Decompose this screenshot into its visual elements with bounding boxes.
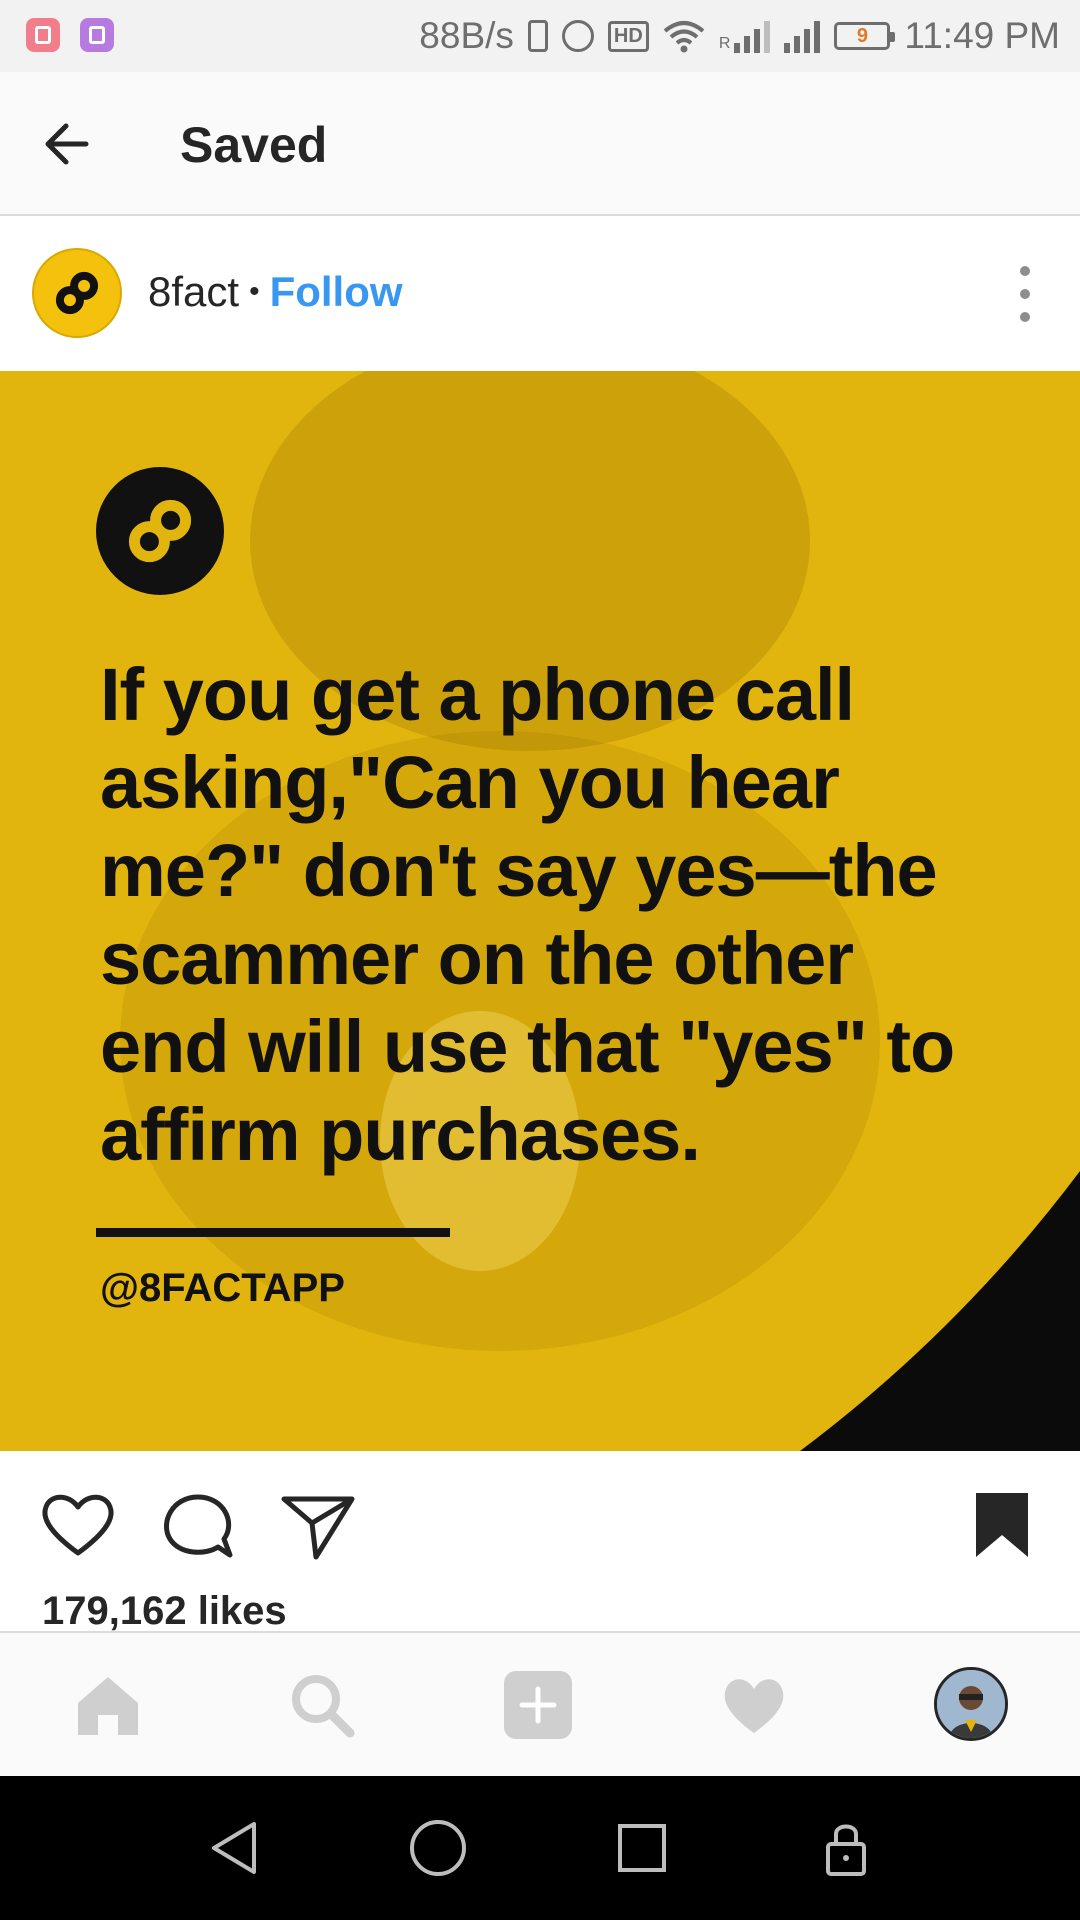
vibrate-icon [527,20,548,52]
system-back-icon[interactable] [202,1816,266,1880]
notification-app-icon [26,18,60,52]
post-caption-text: If you get a phone call asking,"Can you … [100,653,955,1176]
saved-bookmark-icon[interactable] [962,1485,1042,1565]
signal-icon-2 [784,19,821,53]
8fact-logo-icon [55,271,99,315]
notification-icons [26,18,114,52]
8fact-logo-icon [128,499,192,563]
author-avatar[interactable] [32,248,122,338]
alarm-icon [561,20,594,52]
share-paper-plane-icon[interactable] [278,1485,358,1565]
search-icon[interactable] [286,1669,358,1741]
author-name[interactable]: 8fact [148,268,239,316]
follow-button[interactable]: Follow [270,268,403,316]
caption-divider [96,1228,450,1237]
profile-photo [937,1670,1005,1738]
screen-lock-icon[interactable] [814,1816,878,1880]
profile-avatar[interactable] [934,1667,1008,1741]
add-post-icon[interactable] [502,1669,574,1741]
system-home-icon[interactable] [406,1816,470,1880]
hd-icon: HD [607,20,649,52]
status-bar: 88B/s HD R 9 11:49 PM [0,0,1080,72]
activity-heart-icon[interactable] [718,1669,790,1741]
more-options-icon[interactable] [1010,266,1040,322]
system-recents-icon[interactable] [610,1816,674,1880]
wifi-icon [663,21,705,53]
network-speed: 88B/s [419,15,514,56]
gallery-notification-icon [80,18,114,52]
comment-icon[interactable] [158,1485,238,1565]
post-image[interactable]: If you get a phone call asking,"Can you … [0,371,1080,1451]
top-bar: Saved [0,72,1080,216]
signal-icon-1: R [719,19,771,53]
back-arrow-icon[interactable] [36,112,100,176]
clock: 11:49 PM [904,15,1060,56]
page-title: Saved [180,117,328,173]
home-icon[interactable] [72,1669,144,1741]
like-heart-icon[interactable] [38,1485,118,1565]
post-header: 8fact • Follow [0,216,1080,371]
source-handle: @8FACTAPP [100,1266,345,1310]
separator-dot: • [249,275,260,308]
post-actions: 179,162 likes [0,1451,1080,1634]
battery-icon: 9 [834,22,896,50]
bottom-navigation [0,1631,1080,1776]
likes-count[interactable]: 179,162 likes [42,1589,287,1634]
brand-logo [96,467,224,595]
roaming-label: R [718,35,731,52]
system-navigation-bar [0,1776,1080,1920]
